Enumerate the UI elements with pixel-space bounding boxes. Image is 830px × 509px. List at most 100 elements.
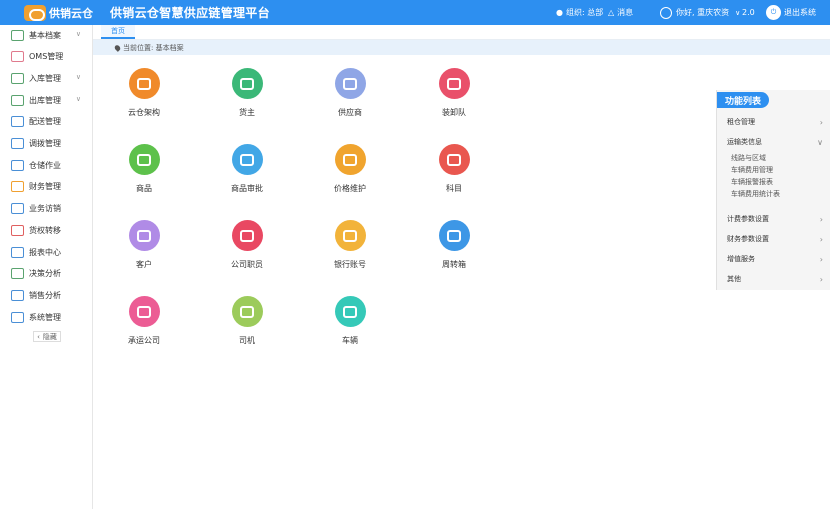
price-tag-icon xyxy=(334,144,366,175)
sidebar-item-2[interactable]: OMS管理 xyxy=(0,47,93,67)
sidebar-item-label: 入库管理 xyxy=(29,73,61,83)
chevron-down-icon: ∨ xyxy=(75,95,81,104)
module-item[interactable]: 装卸队 xyxy=(414,68,494,118)
logo-text: 供销云仓 xyxy=(49,6,93,20)
bell-icon: △ xyxy=(608,8,615,17)
user-greeting: 你好, 重庆农资 xyxy=(676,8,730,17)
owner-icon xyxy=(231,68,263,99)
top-bar: 供销云仓 供销云仓智慧供应链管理平台 ● 组织: 总部 △ 消息 你好, 重庆农… xyxy=(0,0,830,25)
user-menu[interactable]: 你好, 重庆农资 ∨ xyxy=(660,0,740,25)
book-icon xyxy=(438,144,470,175)
hide-label: 隐藏 xyxy=(42,332,57,341)
crate-icon xyxy=(438,220,470,251)
module-label: 公司职员 xyxy=(231,260,263,269)
customer-icon xyxy=(128,220,160,251)
function-panel-title: 功能列表 xyxy=(717,92,769,108)
module-item[interactable]: 银行账号 xyxy=(310,220,390,270)
messages-link[interactable]: △ 消息 xyxy=(608,0,633,25)
sidebar-item-label: 决策分析 xyxy=(29,269,61,279)
sidebar-item-label: 报表中心 xyxy=(29,247,61,257)
settings-icon xyxy=(11,311,24,323)
sidebar-item-11[interactable]: 报表中心 xyxy=(0,242,93,262)
module-label: 商品审批 xyxy=(231,184,263,193)
module-label: 承运公司 xyxy=(128,336,160,345)
module-label: 司机 xyxy=(239,336,255,345)
function-row-label: 租仓管理 xyxy=(727,118,755,126)
sidebar-item-8[interactable]: 财务管理 xyxy=(0,177,93,197)
box-icon xyxy=(128,144,160,175)
module-item[interactable]: 承运公司 xyxy=(104,296,184,346)
module-label: 周转箱 xyxy=(442,260,466,269)
org-selector[interactable]: ● 组织: 总部 xyxy=(556,0,603,25)
function-row[interactable]: 财务参数设置 › xyxy=(727,232,823,246)
sidebar-item-10[interactable]: 货权转移 xyxy=(0,220,93,240)
function-sub-item[interactable]: 车辆费用统计表 xyxy=(731,189,780,199)
sidebar-item-9[interactable]: 业务访销 xyxy=(0,199,93,219)
logout-button[interactable]: ⏻ 退出系统 xyxy=(766,0,816,25)
sidebar-item-label: 业务访销 xyxy=(29,204,61,214)
sidebar-item-14[interactable]: 系统管理 xyxy=(0,307,93,327)
module-item[interactable]: 车辆 xyxy=(310,296,390,346)
function-row[interactable]: 运输类信息 ∨ xyxy=(727,135,823,149)
module-item[interactable]: 客户 xyxy=(104,220,184,270)
finance-icon xyxy=(11,181,24,193)
org-chart-icon xyxy=(128,68,160,99)
module-item[interactable]: 司机 xyxy=(207,296,287,346)
truck-icon xyxy=(334,296,366,327)
sidebar-item-5[interactable]: 配送管理 xyxy=(0,112,93,132)
function-row-label: 财务参数设置 xyxy=(727,235,769,243)
sidebar-item-4[interactable]: 出库管理 ∨ xyxy=(0,90,93,110)
module-item[interactable]: 商品审批 xyxy=(207,144,287,194)
function-sub-item[interactable]: 车辆费用管理 xyxy=(731,165,773,175)
bank-card-icon xyxy=(334,220,366,251)
sidebar-item-label: 基本档案 xyxy=(29,30,61,40)
badge-icon xyxy=(334,68,366,99)
tab-bar: 首页 xyxy=(93,25,830,40)
sidebar-item-3[interactable]: 入库管理 ∨ xyxy=(0,68,93,88)
sidebar-item-1[interactable]: 基本档案 ∨ xyxy=(0,25,93,45)
function-panel: 功能列表 租仓管理 › 运输类信息 ∨ 计费参数设置 › 财务参数设置 › 增值服务 › 其他 › 线路… xyxy=(716,90,830,290)
function-sub-item[interactable]: 线路与区域 xyxy=(731,153,766,163)
module-label: 货主 xyxy=(239,108,255,117)
carrier-icon xyxy=(128,296,160,327)
chevron-down-icon: ∨ xyxy=(735,8,741,17)
module-item[interactable]: 货主 xyxy=(207,68,287,118)
sidebar-item-6[interactable]: 调拨管理 xyxy=(0,134,93,154)
version-label: 2.0 xyxy=(742,8,755,17)
module-label: 客户 xyxy=(136,260,152,269)
sidebar-item-12[interactable]: 决策分析 xyxy=(0,264,93,284)
chevron-down-icon: ∨ xyxy=(817,137,823,147)
sidebar-item-label: 系统管理 xyxy=(29,312,61,322)
module-item[interactable]: 周转箱 xyxy=(414,220,494,270)
module-item[interactable]: 公司职员 xyxy=(207,220,287,270)
tab-home[interactable]: 首页 xyxy=(101,25,135,39)
user-avatar-icon xyxy=(660,6,672,19)
module-item[interactable]: 商品 xyxy=(104,144,184,194)
sidebar-item-7[interactable]: 仓储作业 xyxy=(0,155,93,175)
chevron-down-icon: ∨ xyxy=(75,30,81,38)
sidebar-item-label: 财务管理 xyxy=(29,182,61,192)
app-title: 供销云仓智慧供应链管理平台 xyxy=(110,6,270,20)
oms-icon xyxy=(11,51,24,63)
function-row[interactable]: 增值服务 › xyxy=(727,252,823,266)
function-row[interactable]: 其他 › xyxy=(727,272,823,286)
function-sub-item[interactable]: 车辆报警报表 xyxy=(731,177,773,187)
module-item[interactable]: 供应商 xyxy=(310,68,390,118)
cart-icon xyxy=(438,68,470,99)
module-label: 科目 xyxy=(446,184,462,193)
function-row[interactable]: 计费参数设置 › xyxy=(727,212,823,226)
sidebar-item-label: 仓储作业 xyxy=(29,160,61,170)
sidebar-item-label: 货权转移 xyxy=(29,225,61,235)
hide-sidebar-button[interactable]: ‹ 隐藏 xyxy=(33,331,61,342)
app-logo[interactable]: 供销云仓 xyxy=(24,3,98,22)
messages-label: 消息 xyxy=(617,8,634,17)
module-item[interactable]: 云仓架构 xyxy=(104,68,184,118)
module-label: 装卸队 xyxy=(442,108,466,117)
sidebar-item-13[interactable]: 销售分析 xyxy=(0,285,93,305)
module-item[interactable]: 科目 xyxy=(414,144,494,194)
chevron-right-icon: › xyxy=(819,214,823,224)
folder-icon xyxy=(11,29,24,41)
logo-icon xyxy=(24,4,46,21)
module-item[interactable]: 价格维护 xyxy=(310,144,390,194)
function-row[interactable]: 租仓管理 › xyxy=(727,115,823,129)
